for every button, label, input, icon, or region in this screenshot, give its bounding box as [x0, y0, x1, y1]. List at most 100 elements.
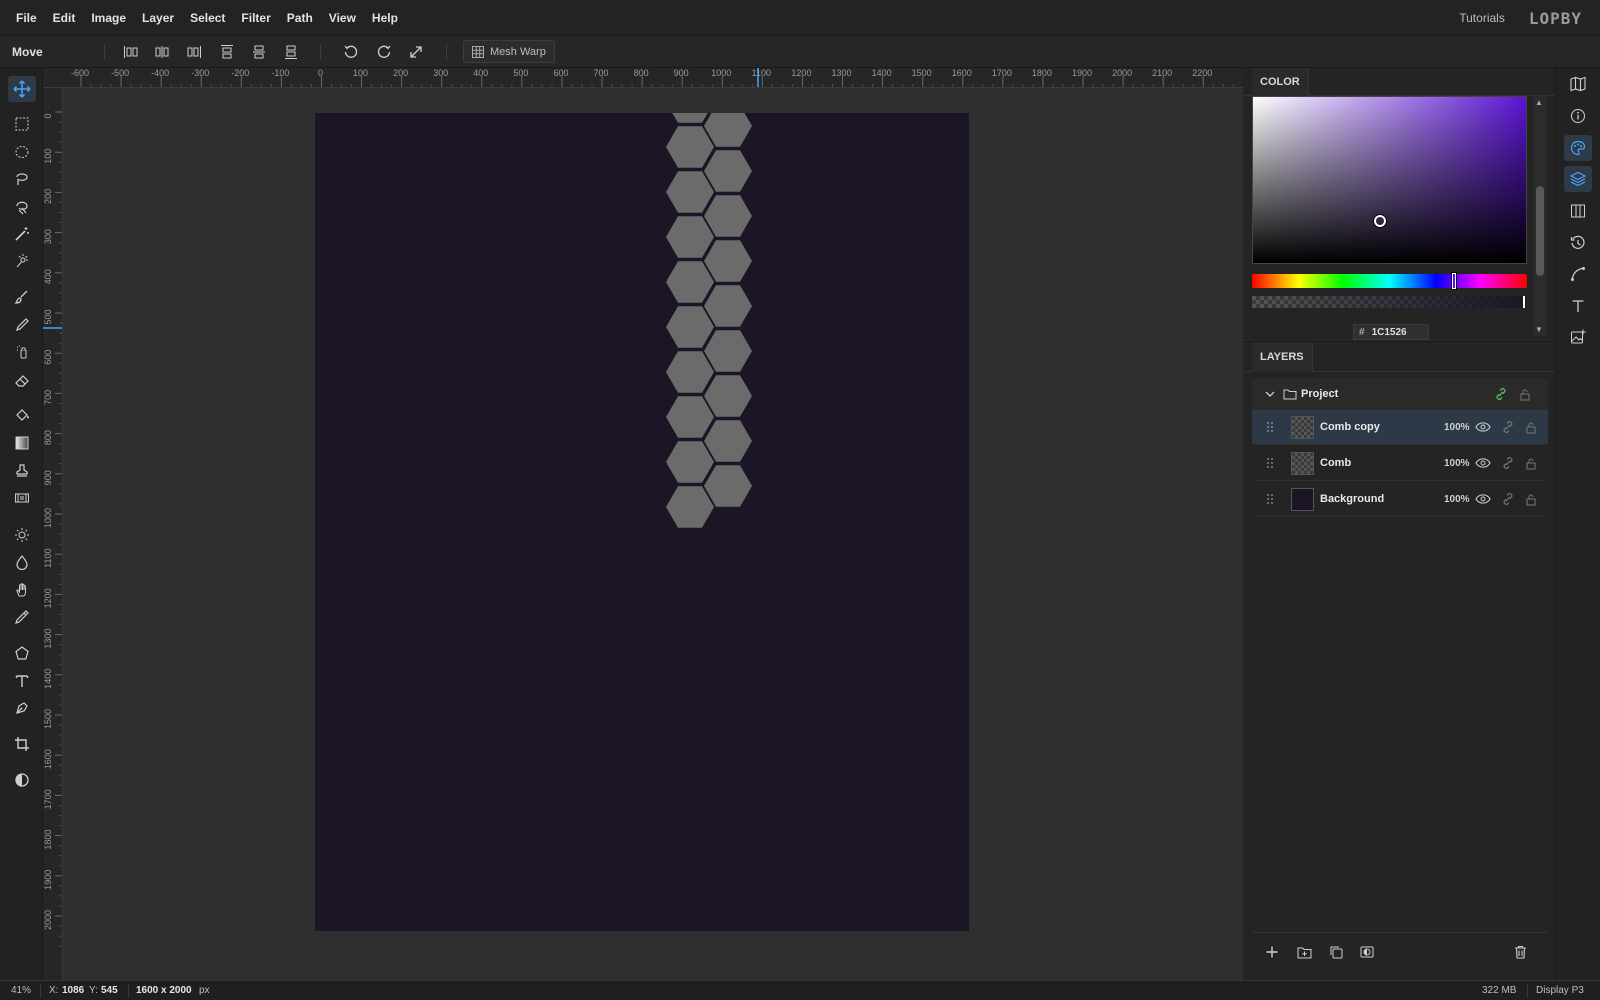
- menu-layer[interactable]: Layer: [134, 0, 182, 36]
- layer-row-comb-copy[interactable]: Comb copy 100%: [1252, 410, 1548, 445]
- duplicate-layer-icon[interactable]: [1327, 943, 1345, 961]
- alpha-slider-handle[interactable]: [1523, 296, 1525, 308]
- rect-select-icon[interactable]: [8, 111, 36, 137]
- hue-slider-handle[interactable]: [1452, 273, 1456, 289]
- film-strip-icon[interactable]: [8, 485, 36, 511]
- palette-icon[interactable]: [1564, 135, 1592, 161]
- menu-image[interactable]: Image: [83, 0, 134, 36]
- mesh-warp-button[interactable]: Mesh Warp: [463, 40, 555, 63]
- pencil-icon[interactable]: [8, 312, 36, 338]
- canvas-area[interactable]: [63, 88, 1243, 980]
- info-icon[interactable]: [1564, 103, 1592, 129]
- drag-handle-icon[interactable]: [1262, 455, 1278, 471]
- layer-name[interactable]: Comb copy: [1320, 421, 1380, 433]
- hex-color-input[interactable]: # 1C1526: [1353, 324, 1429, 340]
- paint-bucket-icon[interactable]: [8, 402, 36, 428]
- scroll-up-icon[interactable]: ▲: [1535, 98, 1543, 107]
- brightness-icon[interactable]: [8, 522, 36, 548]
- scroll-down-icon[interactable]: ▼: [1535, 325, 1543, 334]
- spray-icon[interactable]: [8, 339, 36, 365]
- crop-icon[interactable]: [8, 731, 36, 757]
- layer-row-comb[interactable]: Comb 100%: [1252, 446, 1548, 481]
- layer-row-background[interactable]: Background 100%: [1252, 482, 1548, 517]
- magnetic-lasso-icon[interactable]: [8, 194, 36, 220]
- document-canvas[interactable]: [315, 88, 969, 931]
- scroll-thumb[interactable]: [1536, 186, 1544, 276]
- hand-icon[interactable]: [8, 577, 36, 603]
- lock-icon[interactable]: [1523, 455, 1539, 471]
- align-center-h-icon[interactable]: [151, 42, 173, 62]
- lock-icon[interactable]: [1523, 491, 1539, 507]
- eyedropper-icon[interactable]: [8, 604, 36, 630]
- layer-name[interactable]: Comb: [1320, 457, 1351, 469]
- text-tool-icon[interactable]: [8, 668, 36, 694]
- contrast-icon[interactable]: [8, 767, 36, 793]
- menu-path[interactable]: Path: [279, 0, 321, 36]
- link-icon[interactable]: [1500, 455, 1516, 471]
- eye-icon[interactable]: [1475, 491, 1491, 507]
- eye-icon[interactable]: [1475, 455, 1491, 471]
- color-profile[interactable]: Display P3: [1536, 985, 1584, 996]
- link-icon[interactable]: [1500, 419, 1516, 435]
- rotate-cw-icon[interactable]: [373, 42, 395, 62]
- drag-handle-icon[interactable]: [1262, 491, 1278, 507]
- add-layer-icon[interactable]: [1263, 943, 1281, 961]
- expand-icon[interactable]: [405, 42, 427, 62]
- layer-mask-icon[interactable]: [1358, 943, 1376, 961]
- move-tool-icon[interactable]: [8, 76, 36, 102]
- type-icon[interactable]: [1564, 293, 1592, 319]
- eye-icon[interactable]: [1475, 419, 1491, 435]
- new-folder-icon[interactable]: [1295, 943, 1313, 961]
- layers-icon[interactable]: [1564, 166, 1592, 192]
- color-tab[interactable]: COLOR: [1252, 68, 1309, 96]
- tutorials-link[interactable]: Tutorials: [1459, 11, 1505, 25]
- history-icon[interactable]: [1564, 230, 1592, 256]
- rotate-ccw-icon[interactable]: [340, 42, 362, 62]
- pen-tool-icon[interactable]: [8, 695, 36, 721]
- polygon-icon[interactable]: [8, 640, 36, 666]
- menu-help[interactable]: Help: [364, 0, 406, 36]
- hex-value[interactable]: 1C1526: [1372, 327, 1407, 338]
- menu-filter[interactable]: Filter: [233, 0, 278, 36]
- layers-tab[interactable]: LAYERS: [1252, 342, 1313, 372]
- color-picker-cursor[interactable]: [1374, 215, 1386, 227]
- menu-select[interactable]: Select: [182, 0, 233, 36]
- ellipse-select-icon[interactable]: [8, 139, 36, 165]
- menu-view[interactable]: View: [321, 0, 364, 36]
- zoom-level[interactable]: 41%: [11, 985, 31, 996]
- align-left-icon[interactable]: [120, 42, 142, 62]
- link-icon[interactable]: [1500, 491, 1516, 507]
- align-right-icon[interactable]: [183, 42, 205, 62]
- brush-icon[interactable]: [8, 284, 36, 310]
- layer-opacity[interactable]: 100%: [1444, 458, 1470, 469]
- columns-icon[interactable]: [1564, 198, 1592, 224]
- quick-select-icon[interactable]: [8, 248, 36, 274]
- saturation-value-picker[interactable]: [1252, 96, 1527, 264]
- align-top-icon[interactable]: [216, 42, 238, 62]
- layer-opacity[interactable]: 100%: [1444, 494, 1470, 505]
- layer-opacity[interactable]: 100%: [1444, 422, 1470, 433]
- map-icon[interactable]: [1564, 71, 1592, 97]
- menu-file[interactable]: File: [8, 0, 45, 36]
- lasso-icon[interactable]: [8, 166, 36, 192]
- eraser-icon[interactable]: [8, 367, 36, 393]
- delete-layer-icon[interactable]: [1511, 943, 1529, 961]
- image-add-icon[interactable]: [1564, 324, 1592, 350]
- gradient-icon[interactable]: [8, 430, 36, 456]
- hue-slider[interactable]: [1252, 273, 1527, 289]
- link-icon[interactable]: [1493, 386, 1509, 402]
- layer-group-project[interactable]: Project: [1252, 378, 1548, 410]
- menu-edit[interactable]: Edit: [45, 0, 84, 36]
- magic-wand-icon[interactable]: [8, 221, 36, 247]
- color-panel-scrollbar[interactable]: ▲ ▼: [1533, 96, 1547, 336]
- chevron-down-icon[interactable]: [1262, 386, 1278, 402]
- lock-icon[interactable]: [1517, 386, 1533, 402]
- drag-handle-icon[interactable]: [1262, 419, 1278, 435]
- align-bottom-icon[interactable]: [280, 42, 302, 62]
- layer-name[interactable]: Background: [1320, 493, 1384, 505]
- curve-path-icon[interactable]: [1564, 261, 1592, 287]
- blur-drop-icon[interactable]: [8, 549, 36, 575]
- align-middle-v-icon[interactable]: [248, 42, 270, 62]
- alpha-slider[interactable]: [1252, 296, 1526, 308]
- lock-icon[interactable]: [1523, 419, 1539, 435]
